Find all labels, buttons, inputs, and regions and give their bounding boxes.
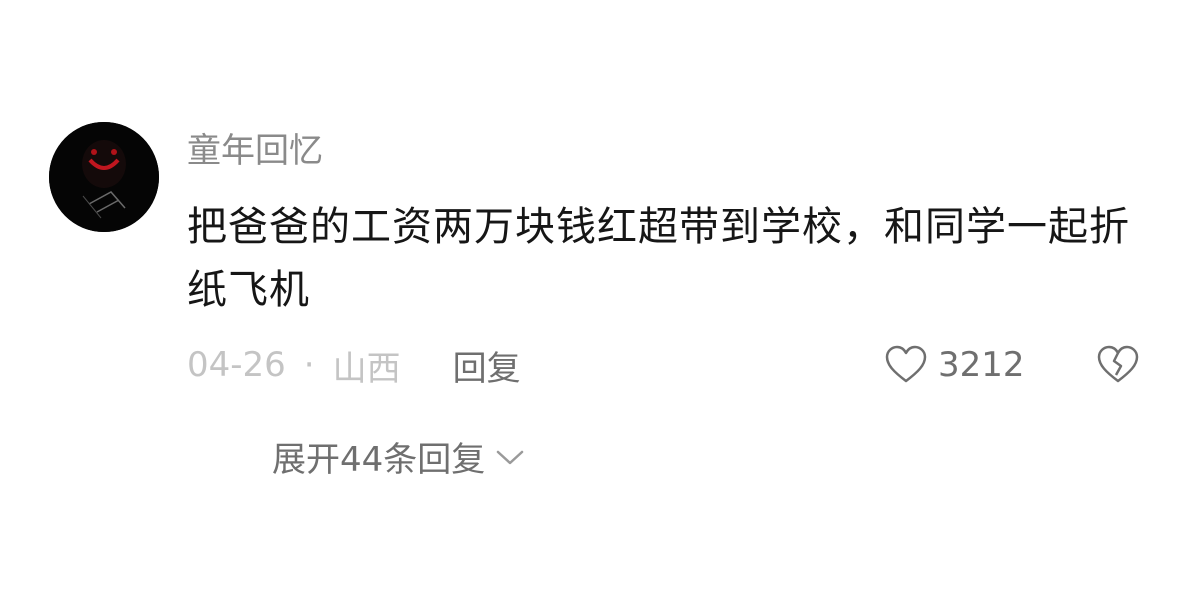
comment-meta: 04-26 · 山西 回复 bbox=[187, 340, 521, 390]
reply-button[interactable]: 回复 bbox=[453, 341, 521, 390]
broken-heart-icon[interactable] bbox=[1096, 345, 1140, 385]
heart-outline-icon[interactable] bbox=[884, 345, 928, 385]
expand-replies-button[interactable]: 展开44条回复 bbox=[272, 430, 525, 482]
like-button[interactable]: 3212 bbox=[884, 340, 1025, 390]
comment-location: 山西 bbox=[332, 348, 401, 389]
comment-date: 04-26 bbox=[187, 345, 286, 385]
chevron-down-icon bbox=[497, 450, 524, 465]
meta-separator: · bbox=[303, 345, 315, 385]
username[interactable]: 童年回忆 bbox=[187, 128, 323, 174]
comment-text: 把爸爸的工资两万块钱红超带到学校，和同学一起折纸飞机 bbox=[187, 204, 1130, 313]
expand-replies-label: 展开44条回复 bbox=[272, 439, 486, 480]
like-count: 3212 bbox=[938, 345, 1025, 385]
avatar[interactable] bbox=[49, 122, 159, 232]
dislike-button[interactable] bbox=[1096, 345, 1140, 385]
